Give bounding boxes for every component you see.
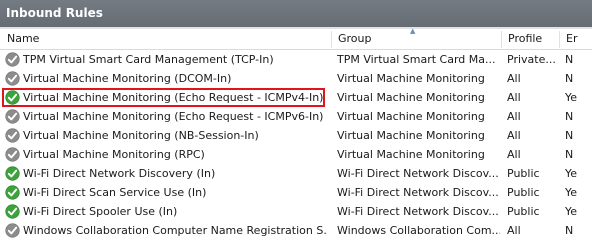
table-row[interactable]: Virtual Machine Monitoring (RPC) Virtual … bbox=[0, 145, 592, 164]
rule-enabled: Ye bbox=[565, 91, 578, 104]
rule-group: TPM Virtual Smart Card Ma... bbox=[337, 53, 496, 66]
table-row[interactable]: Wi-Fi Direct Network Discovery (In) Wi-Fi… bbox=[0, 164, 592, 183]
rule-profile: Public bbox=[507, 167, 540, 180]
rule-profile: Public bbox=[507, 186, 540, 199]
rule-profile: All bbox=[507, 129, 521, 142]
table-row[interactable]: Virtual Machine Monitoring (DCOM-In) Virt… bbox=[0, 69, 592, 88]
rule-profile: All bbox=[507, 91, 521, 104]
rule-group: Wi-Fi Direct Network Discov... bbox=[337, 186, 499, 199]
disabled-check-icon bbox=[5, 52, 20, 67]
rule-name: Wi-Fi Direct Network Discovery (In) bbox=[23, 167, 216, 180]
table-row[interactable]: Windows Collaboration Computer Name Regi… bbox=[0, 221, 592, 240]
rule-group: Wi-Fi Direct Network Discov... bbox=[337, 167, 499, 180]
disabled-check-icon bbox=[5, 71, 20, 86]
rule-enabled: Ye bbox=[565, 186, 578, 199]
rule-enabled: N bbox=[565, 72, 574, 85]
rule-enabled: Ye bbox=[565, 205, 578, 218]
rule-profile: All bbox=[507, 148, 521, 161]
table-row[interactable]: TPM Virtual Smart Card Management (TCP-I… bbox=[0, 50, 592, 69]
enabled-check-icon bbox=[5, 204, 20, 219]
rule-enabled: N bbox=[565, 53, 574, 66]
rule-name: Windows Collaboration Computer Name Regi… bbox=[23, 224, 328, 237]
rule-enabled: N bbox=[565, 148, 574, 161]
rule-group: Wi-Fi Direct Network Discov... bbox=[337, 205, 499, 218]
column-header-profile[interactable]: Profile bbox=[501, 29, 559, 49]
column-header-row: Name Group ▲ Profile Er bbox=[0, 27, 592, 50]
rule-name: Virtual Machine Monitoring (Echo Request… bbox=[23, 110, 324, 123]
rule-name: Virtual Machine Monitoring (Echo Request… bbox=[23, 91, 324, 104]
table-row[interactable]: Virtual Machine Monitoring (Echo Request… bbox=[0, 88, 592, 107]
column-header-group[interactable]: Group bbox=[331, 29, 501, 49]
rule-name: Virtual Machine Monitoring (RPC) bbox=[23, 148, 205, 161]
rule-name: Virtual Machine Monitoring (NB-Session-I… bbox=[23, 129, 259, 142]
rule-enabled: N bbox=[565, 224, 574, 237]
table-row[interactable]: Virtual Machine Monitoring (NB-Session-I… bbox=[0, 126, 592, 145]
column-header-enabled[interactable]: Er bbox=[559, 29, 592, 49]
rule-group: Virtual Machine Monitoring bbox=[337, 72, 485, 85]
enabled-check-icon bbox=[5, 90, 20, 105]
disabled-check-icon bbox=[5, 223, 20, 238]
rules-list: TPM Virtual Smart Card Management (TCP-I… bbox=[0, 50, 592, 240]
rule-profile: All bbox=[507, 72, 521, 85]
table-row[interactable]: Wi-Fi Direct Spooler Use (In) Wi-Fi Direc… bbox=[0, 202, 592, 221]
rule-enabled: N bbox=[565, 129, 574, 142]
enabled-check-icon bbox=[5, 166, 20, 181]
enabled-check-icon bbox=[5, 185, 20, 200]
disabled-check-icon bbox=[5, 128, 20, 143]
rule-name: Wi-Fi Direct Scan Service Use (In) bbox=[23, 186, 207, 199]
panel-title: Inbound Rules bbox=[0, 0, 592, 27]
rule-group: Virtual Machine Monitoring bbox=[337, 148, 485, 161]
disabled-check-icon bbox=[5, 147, 20, 162]
rule-name: Wi-Fi Direct Spooler Use (In) bbox=[23, 205, 178, 218]
rule-group: Windows Collaboration Com... bbox=[337, 224, 500, 237]
rule-group: Virtual Machine Monitoring bbox=[337, 91, 485, 104]
rule-group: Virtual Machine Monitoring bbox=[337, 129, 485, 142]
disabled-check-icon bbox=[5, 109, 20, 124]
rule-enabled: N bbox=[565, 110, 574, 123]
rule-name: TPM Virtual Smart Card Management (TCP-I… bbox=[23, 53, 274, 66]
rule-profile: All bbox=[507, 224, 521, 237]
table-row[interactable]: Virtual Machine Monitoring (Echo Request… bbox=[0, 107, 592, 126]
rule-name: Virtual Machine Monitoring (DCOM-In) bbox=[23, 72, 232, 85]
rule-profile: Private... bbox=[507, 53, 556, 66]
rule-enabled: Ye bbox=[565, 167, 578, 180]
rule-profile: Public bbox=[507, 205, 540, 218]
column-header-name[interactable]: Name bbox=[0, 29, 331, 49]
table-row[interactable]: Wi-Fi Direct Scan Service Use (In) Wi-Fi … bbox=[0, 183, 592, 202]
sort-ascending-icon: ▲ bbox=[410, 27, 416, 35]
rule-profile: All bbox=[507, 110, 521, 123]
rule-group: Virtual Machine Monitoring bbox=[337, 110, 485, 123]
